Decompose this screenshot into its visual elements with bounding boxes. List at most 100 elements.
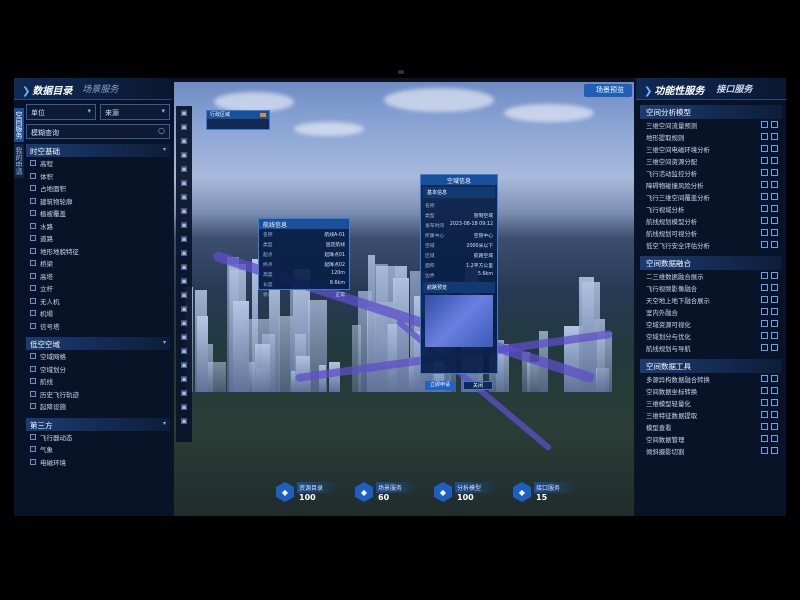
view-icon[interactable] <box>771 205 778 212</box>
catalog-item[interactable]: 占地面积 <box>26 182 170 195</box>
tool-button[interactable]: ▣ <box>176 134 192 148</box>
view-icon[interactable] <box>771 320 778 327</box>
view-icon[interactable] <box>771 133 778 140</box>
tool-button[interactable]: ▣ <box>176 358 192 372</box>
view-icon[interactable] <box>771 229 778 236</box>
edit-icon[interactable] <box>761 217 768 224</box>
edit-icon[interactable] <box>761 320 768 327</box>
edit-icon[interactable] <box>761 181 768 188</box>
source-select[interactable]: 来源 ▾ <box>100 104 170 120</box>
tool-button[interactable]: ▣ <box>176 288 192 302</box>
edit-icon[interactable] <box>761 399 768 406</box>
checkbox[interactable] <box>30 390 36 397</box>
catalog-item[interactable]: 历史飞行轨迹 <box>26 388 170 401</box>
scene-preview-tag[interactable]: 场景预览 <box>584 84 632 97</box>
service-item[interactable]: 三维空间流量预测 <box>640 119 782 131</box>
service-item[interactable]: 空间数据管理 <box>640 433 782 445</box>
catalog-item[interactable]: 无人机 <box>26 295 170 308</box>
service-item[interactable]: 三维空间资源分配 <box>640 155 782 167</box>
catalog-item[interactable]: 电磁环境 <box>26 456 170 469</box>
tool-button[interactable]: ▣ <box>176 302 192 316</box>
checkbox[interactable] <box>30 403 36 410</box>
catalog-item[interactable]: 飞行器动态 <box>26 431 170 444</box>
view-icon[interactable] <box>771 308 778 315</box>
edit-icon[interactable] <box>761 169 768 176</box>
region-mini-window[interactable]: 行政区域 <box>206 110 270 130</box>
edit-icon[interactable] <box>761 205 768 212</box>
service-item[interactable]: 飞行视域分析 <box>640 203 782 215</box>
tool-button[interactable]: ▣ <box>176 204 192 218</box>
tool-button[interactable]: ▣ <box>176 414 192 428</box>
checkbox[interactable] <box>30 272 36 279</box>
close-button[interactable]: 关闭 <box>463 381 493 390</box>
checkbox[interactable] <box>30 458 36 465</box>
edit-icon[interactable] <box>761 121 768 128</box>
catalog-item[interactable]: 空域网格 <box>26 350 170 363</box>
catalog-item[interactable]: 空域划分 <box>26 363 170 376</box>
view-icon[interactable] <box>771 121 778 128</box>
edit-icon[interactable] <box>761 435 768 442</box>
service-item[interactable]: 二三维数据融合展示 <box>640 270 782 282</box>
service-item[interactable]: 天空地上地下融合展示 <box>640 294 782 306</box>
checkbox[interactable] <box>30 197 36 204</box>
tool-button[interactable]: ▣ <box>176 330 192 344</box>
checkbox[interactable] <box>30 235 36 242</box>
view-icon[interactable] <box>771 193 778 200</box>
checkbox[interactable] <box>30 365 36 372</box>
service-item[interactable]: 航线规划可视分析 <box>640 227 782 239</box>
close-icon[interactable] <box>260 113 266 117</box>
tool-button[interactable]: ▣ <box>176 344 192 358</box>
tab-scene-service[interactable]: 场景服务 <box>82 82 118 95</box>
tool-button[interactable]: ▣ <box>176 162 192 176</box>
view-icon[interactable] <box>771 145 778 152</box>
tool-button[interactable]: ▣ <box>176 120 192 134</box>
view-icon[interactable] <box>771 169 778 176</box>
edit-icon[interactable] <box>761 272 768 279</box>
service-item[interactable]: 航线规划与导航 <box>640 342 782 354</box>
tool-button[interactable]: ▣ <box>176 148 192 162</box>
catalog-item[interactable]: 航线 <box>26 375 170 388</box>
tool-button[interactable]: ▣ <box>176 106 192 120</box>
edit-icon[interactable] <box>761 133 768 140</box>
checkbox[interactable] <box>30 160 36 167</box>
side-tab-space-service[interactable]: 空间服务 <box>14 108 24 142</box>
edit-icon[interactable] <box>761 332 768 339</box>
section-title[interactable]: 空间分析模型 <box>640 105 782 119</box>
view-icon[interactable] <box>771 344 778 351</box>
view-icon[interactable] <box>771 217 778 224</box>
checkbox[interactable] <box>30 446 36 453</box>
catalog-item[interactable]: 体积 <box>26 170 170 183</box>
service-item[interactable]: 低空飞行安全评估分析 <box>640 239 782 251</box>
view-icon[interactable] <box>771 181 778 188</box>
checkbox[interactable] <box>30 222 36 229</box>
view-icon[interactable] <box>771 411 778 418</box>
edit-icon[interactable] <box>761 447 768 454</box>
catalog-item[interactable]: 建筑物轮廓 <box>26 195 170 208</box>
search-icon[interactable]: ○ <box>158 126 165 135</box>
checkbox[interactable] <box>30 378 36 385</box>
service-item[interactable]: 模型查看 <box>640 421 782 433</box>
service-item[interactable]: 空间数据坐标转换 <box>640 385 782 397</box>
checkbox[interactable] <box>30 210 36 217</box>
edit-icon[interactable] <box>761 308 768 315</box>
tab-data-catalog[interactable]: ❯ 数据目录 <box>22 79 72 98</box>
catalog-item[interactable]: 起降设施 <box>26 400 170 413</box>
section-title[interactable]: 空间数据工具 <box>640 359 782 373</box>
tool-button[interactable]: ▣ <box>176 232 192 246</box>
service-item[interactable]: 倾斜摄影切割 <box>640 445 782 457</box>
checkbox[interactable] <box>30 285 36 292</box>
catalog-item[interactable]: 道路 <box>26 232 170 245</box>
tool-button[interactable]: ▣ <box>176 274 192 288</box>
map-3d-scene[interactable] <box>174 82 634 516</box>
service-item[interactable]: 飞行视频影像融合 <box>640 282 782 294</box>
service-item[interactable]: 飞行三维空间覆盖分析 <box>640 191 782 203</box>
service-item[interactable]: 空域资源可视化 <box>640 318 782 330</box>
edit-icon[interactable] <box>761 387 768 394</box>
view-icon[interactable] <box>771 447 778 454</box>
checkbox[interactable] <box>30 247 36 254</box>
edit-icon[interactable] <box>761 423 768 430</box>
tab-function-service[interactable]: ❯ 功能性服务 <box>644 79 704 98</box>
catalog-item[interactable]: 高程 <box>26 157 170 170</box>
unit-select[interactable]: 单位 ▾ <box>26 104 96 120</box>
search-input[interactable]: 模糊查询 ○ <box>26 124 170 139</box>
